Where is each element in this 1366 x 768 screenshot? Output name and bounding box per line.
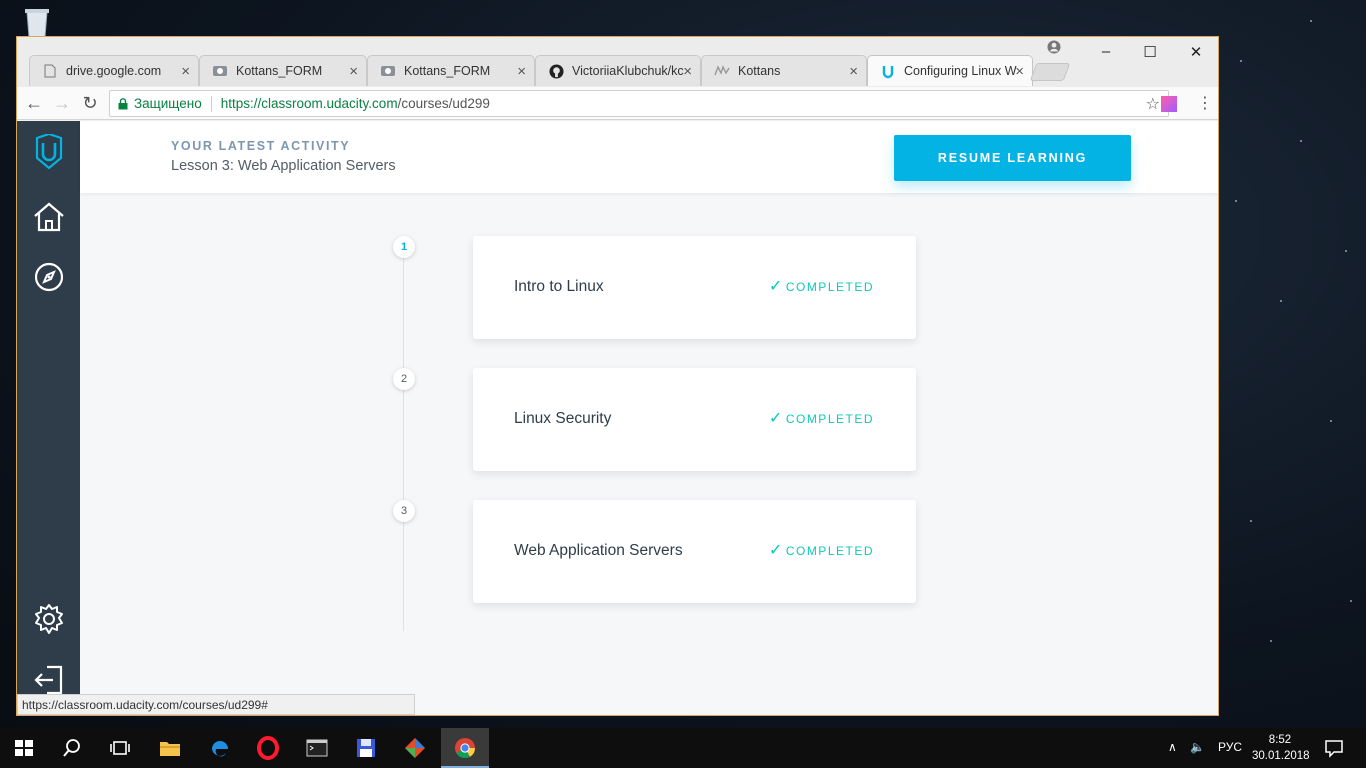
- lesson-card[interactable]: Intro to Linux ✓ COMPLETED: [473, 236, 916, 339]
- volume-icon[interactable]: 🔈: [1190, 740, 1205, 754]
- lesson-title: Intro to Linux: [514, 278, 604, 295]
- url-path: /courses/ud299: [397, 96, 490, 111]
- notification-center-icon[interactable]: [1322, 736, 1346, 760]
- url-input[interactable]: Защищено https://classroom.udacity.com/c…: [109, 90, 1169, 117]
- git-icon[interactable]: [403, 736, 427, 760]
- lock-icon: [118, 97, 128, 109]
- gear-icon[interactable]: [31, 601, 67, 637]
- secure-label: Защищено: [134, 96, 202, 111]
- search-icon[interactable]: [60, 736, 84, 760]
- lesson-status-label: COMPLETED: [785, 280, 874, 294]
- udacity-logo-icon[interactable]: [31, 134, 67, 170]
- page-icon: [42, 63, 58, 79]
- close-window-icon[interactable]: ✕: [1186, 43, 1206, 61]
- url-host: https://classroom.udacity.com: [220, 96, 398, 111]
- tab-label: Kottans: [738, 64, 781, 78]
- lesson-step-number: 2: [393, 368, 415, 390]
- tab-drive[interactable]: drive.google.com ×: [29, 55, 199, 86]
- tab-label: Configuring Linux W: [904, 64, 1017, 78]
- profile-icon[interactable]: [1047, 40, 1061, 54]
- tab-label: Kottans_FORM: [404, 64, 491, 78]
- bookmark-star-icon[interactable]: ☆: [1146, 94, 1160, 114]
- terminal-icon[interactable]: [305, 736, 329, 760]
- lesson-status: ✓ COMPLETED: [768, 542, 874, 559]
- tab-label: drive.google.com: [66, 64, 162, 78]
- form-icon: [212, 63, 228, 79]
- close-tab-icon[interactable]: ×: [181, 63, 190, 80]
- form-icon: [380, 63, 396, 79]
- reload-icon[interactable]: ↻: [79, 93, 101, 113]
- recycle-bin-icon[interactable]: [18, 6, 56, 38]
- link-status-bar: https://classroom.udacity.com/courses/ud…: [17, 694, 415, 715]
- tab-kottans-form-2[interactable]: Kottans_FORM ×: [367, 55, 535, 86]
- task-view-icon[interactable]: [108, 736, 132, 760]
- edge-browser-icon[interactable]: [208, 736, 232, 760]
- close-tab-icon[interactable]: ×: [1015, 63, 1024, 80]
- tab-label: Kottans_FORM: [236, 64, 323, 78]
- resume-learning-button[interactable]: RESUME LEARNING: [894, 135, 1131, 181]
- tab-label: VictoriiaKlubchuk/kc: [572, 64, 684, 78]
- lesson-status-label: COMPLETED: [785, 412, 874, 426]
- home-icon[interactable]: [31, 199, 67, 235]
- latest-lesson-title[interactable]: Lesson 3: Web Application Servers: [171, 158, 396, 174]
- new-tab-button[interactable]: [1029, 63, 1071, 81]
- forward-icon[interactable]: →: [51, 93, 73, 113]
- close-tab-icon[interactable]: ×: [683, 63, 692, 80]
- compass-icon[interactable]: [31, 259, 67, 295]
- save-disk-icon[interactable]: [354, 736, 378, 760]
- browser-window: drive.google.com × Kottans_FORM × Kottan…: [16, 36, 1219, 716]
- url-text: https://classroom.udacity.com/courses/ud…: [221, 96, 490, 111]
- lesson-timeline: [403, 245, 404, 631]
- windows-start-icon[interactable]: [12, 736, 36, 760]
- udacity-icon: [880, 63, 896, 79]
- browser-menu-icon[interactable]: ⋮: [1197, 93, 1213, 113]
- clock-time: 8:52: [1268, 734, 1292, 746]
- logout-icon[interactable]: [31, 662, 67, 698]
- minimize-icon[interactable]: –: [1096, 43, 1116, 60]
- lesson-card[interactable]: Web Application Servers ✓ COMPLETED: [473, 500, 916, 603]
- close-tab-icon[interactable]: ×: [349, 63, 358, 80]
- lesson-status-label: COMPLETED: [785, 544, 874, 558]
- system-clock[interactable]: 8:52 30.01.2018: [1252, 732, 1310, 764]
- udacity-page: YOUR LATEST ACTIVITY Lesson 3: Web Appli…: [17, 121, 1218, 715]
- tab-strip: drive.google.com × Kottans_FORM × Kottan…: [17, 37, 1218, 87]
- omnibox-separator: [210, 95, 212, 112]
- checkmark-icon: ✓: [768, 278, 784, 295]
- sidebar: [17, 121, 80, 715]
- close-tab-icon[interactable]: ×: [849, 63, 858, 80]
- lesson-step-number: 1: [393, 236, 415, 258]
- github-icon: [548, 63, 564, 79]
- tab-github[interactable]: VictoriiaKlubchuk/kc ×: [535, 55, 701, 86]
- lesson-status: ✓ COMPLETED: [768, 278, 874, 295]
- clock-date: 30.01.2018: [1252, 750, 1310, 762]
- lesson-title: Linux Security: [514, 410, 612, 427]
- tab-udacity[interactable]: Configuring Linux W ×: [867, 55, 1033, 86]
- tab-kottans[interactable]: Kottans ×: [701, 55, 867, 86]
- language-indicator[interactable]: РУС: [1218, 740, 1242, 754]
- file-explorer-icon[interactable]: [158, 736, 182, 760]
- latest-activity-bar: YOUR LATEST ACTIVITY Lesson 3: Web Appli…: [80, 121, 1218, 193]
- kottans-icon: [714, 63, 730, 79]
- checkmark-icon: ✓: [768, 410, 784, 427]
- lesson-status: ✓ COMPLETED: [768, 410, 874, 427]
- opera-browser-icon[interactable]: [256, 736, 280, 760]
- checkmark-icon: ✓: [768, 542, 784, 559]
- extension-icon[interactable]: [1161, 96, 1177, 112]
- chevron-up-icon[interactable]: ∧: [1168, 740, 1177, 754]
- address-bar: ← → ↻ Защищено https://classroom.udacity…: [17, 87, 1218, 120]
- close-tab-icon[interactable]: ×: [517, 63, 526, 80]
- chrome-icon[interactable]: [453, 736, 477, 760]
- back-icon[interactable]: ←: [23, 93, 45, 113]
- latest-activity-label: YOUR LATEST ACTIVITY: [171, 139, 351, 153]
- tab-kottans-form-1[interactable]: Kottans_FORM ×: [199, 55, 367, 86]
- maximize-icon[interactable]: ☐: [1140, 43, 1160, 61]
- lesson-step-number: 3: [393, 500, 415, 522]
- lesson-title: Web Application Servers: [514, 542, 683, 559]
- lesson-card[interactable]: Linux Security ✓ COMPLETED: [473, 368, 916, 471]
- taskbar: ∧ 🔈 РУС 8:52 30.01.2018: [0, 728, 1366, 768]
